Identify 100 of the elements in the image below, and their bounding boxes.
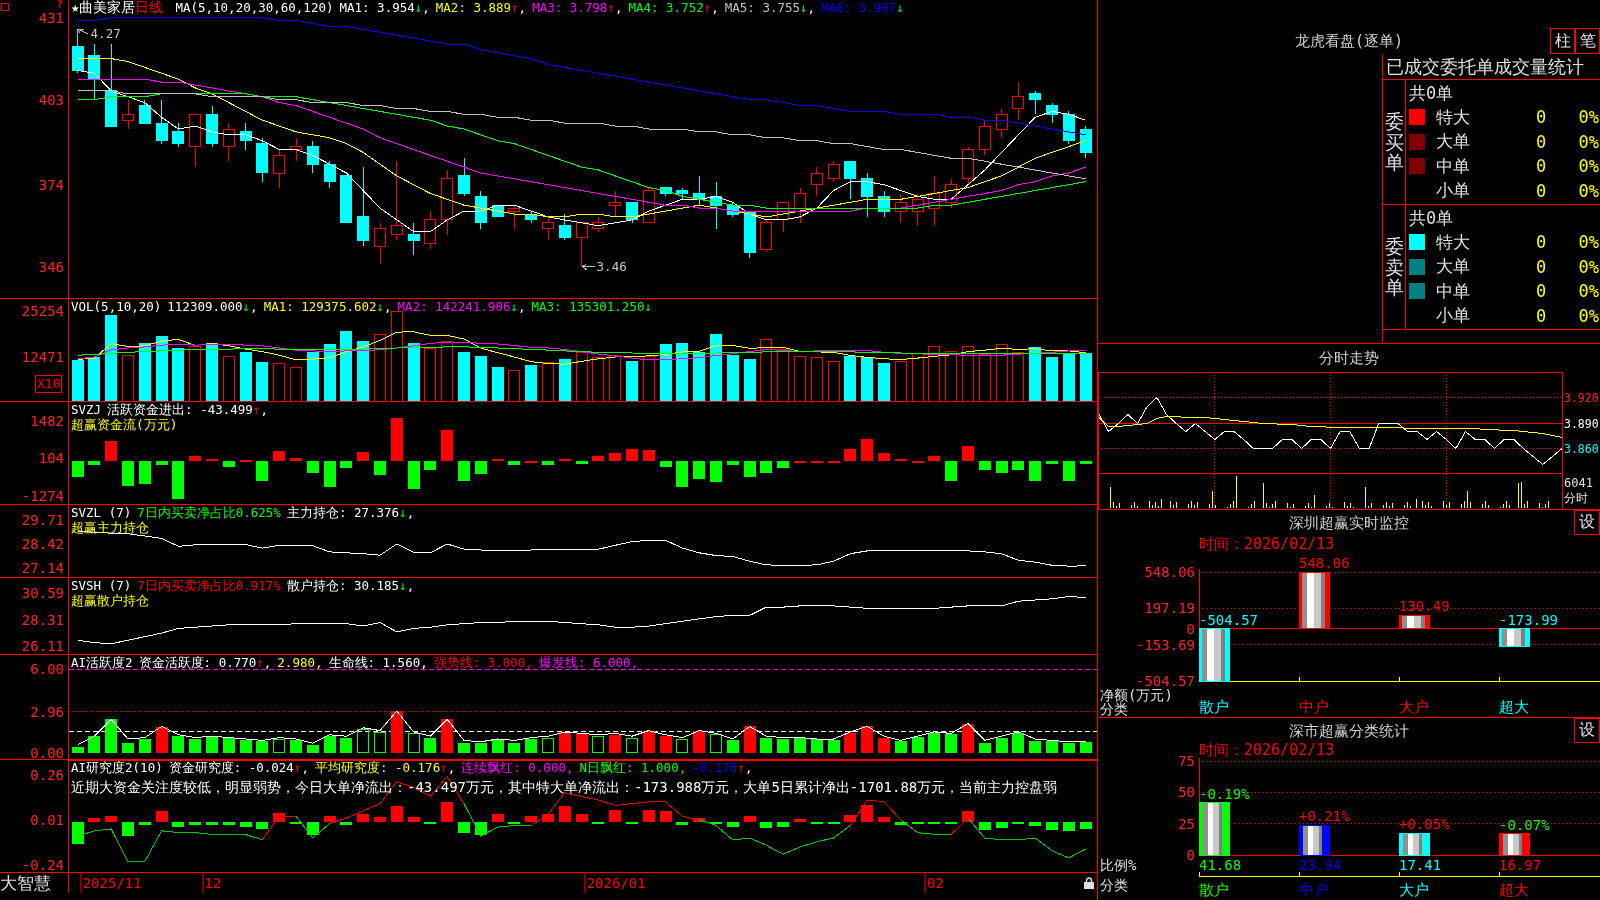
- axis-label: -504.57: [1135, 673, 1195, 689]
- value-label: 16.97: [1499, 857, 1542, 873]
- trend-arrow: ↓,: [376, 299, 392, 314]
- axis-label: 6.00: [30, 661, 64, 677]
- order-share: 0%: [1577, 156, 1600, 177]
- date-label: 2026/01: [584, 873, 646, 893]
- axis-label: 12471: [21, 349, 64, 366]
- axis-label: 197.19: [1143, 600, 1195, 617]
- order-type: 大单: [1436, 255, 1471, 279]
- trend-arrow: ↓,: [399, 505, 415, 520]
- trend-arrow: ↓: [644, 299, 652, 314]
- date-label: 时间：2026/02/13: [1199, 741, 1335, 759]
- category-label: 超大: [1499, 882, 1529, 898]
- order-type: 小单: [1436, 179, 1471, 203]
- indicator-readout: MA3: 3.798: [532, 0, 608, 15]
- axis-label: 0: [1185, 620, 1195, 637]
- value-label: -504.57: [1199, 611, 1258, 628]
- category-label: 大户: [1399, 882, 1429, 898]
- axis-label: 29.71: [21, 511, 64, 528]
- change-label: -0.07%: [1499, 816, 1550, 833]
- order-count: 0: [1536, 156, 1548, 177]
- date-label: 02: [924, 873, 944, 893]
- axis-label: 75: [1177, 753, 1195, 769]
- brand-name: 大智慧: [0, 873, 69, 893]
- category-label: 散户: [1199, 882, 1229, 898]
- value-label: -173.99: [1499, 611, 1558, 628]
- axis-label: 3.890: [1564, 416, 1599, 431]
- order-count: 0: [1536, 232, 1548, 253]
- period-label: 日线: [135, 0, 164, 15]
- order-share: 0%: [1577, 232, 1600, 253]
- date-label: 12: [202, 873, 222, 893]
- indicator-readout: N日飘红: 1.000,: [579, 760, 687, 775]
- order-count: 0: [1536, 305, 1548, 326]
- trend-arrow: ↑,: [607, 0, 623, 15]
- axis-label: 0: [1185, 847, 1195, 863]
- trend-arrow: ↑,: [737, 760, 753, 775]
- order-type: 小单: [1436, 304, 1471, 328]
- volume-max-label: 6041: [1564, 476, 1594, 491]
- indicator-readout: MA(5,10,20,30,60,120): [175, 0, 334, 15]
- axis-title: 分类: [1100, 878, 1128, 892]
- axis-title: 分类: [1100, 702, 1128, 716]
- indicator-readout: AI活跃度2: [71, 655, 133, 670]
- order-count: 0: [1536, 131, 1548, 152]
- price-annotation: 4.27: [90, 27, 121, 42]
- indicator-readout: 2.980,: [277, 655, 323, 670]
- indicator-readout: MA4: 3.752: [628, 0, 704, 15]
- indicator-readout: 平均研究度: -0.176: [314, 760, 441, 775]
- order-type: 中单: [1436, 279, 1471, 303]
- order-count: 0: [1536, 180, 1548, 201]
- axis-label: -1274: [21, 488, 64, 504]
- change-label: -0.19%: [1199, 785, 1250, 802]
- indicator-readout: 爆发线: 6.000,: [538, 655, 639, 670]
- order-share: 0%: [1577, 180, 1600, 201]
- axis-label: 28.42: [21, 536, 64, 552]
- axis-label: -153.69: [1135, 636, 1195, 653]
- indicator-readout: 活跃资金进出: -43.499: [107, 402, 253, 417]
- indicator-readout: MA1: 3.954: [339, 0, 415, 15]
- date-label: 2025/11: [80, 873, 142, 893]
- indicator-readout: MA3: 135301.250: [531, 299, 645, 314]
- axis-label: 2.96: [30, 703, 64, 720]
- table-title: 已成交委托单成交量统计: [1383, 54, 1600, 80]
- order-type: 特大: [1436, 105, 1471, 129]
- trend-arrow: ↑,: [703, 0, 719, 15]
- trend-arrow: ↓,: [399, 578, 415, 593]
- change-label: +0.05%: [1399, 816, 1450, 833]
- order-type: 大单: [1436, 130, 1471, 154]
- order-type: 中单: [1436, 154, 1471, 178]
- value-label: 41.68: [1199, 857, 1242, 873]
- indicator-title: 超赢资金流(万元): [71, 417, 179, 432]
- volume-unit-label: 分时: [1564, 491, 1589, 506]
- axis-label: 346: [38, 258, 64, 275]
- indicator-readout: MA1: 129375.602: [263, 299, 377, 314]
- stock-name: 曲美家居: [79, 0, 136, 15]
- panel-title: 深圳超赢实时监控: [1289, 513, 1409, 532]
- indicator-readout: 生命线: 1.560,: [328, 655, 428, 670]
- axis-label: 403: [38, 91, 64, 108]
- order-total: 共0单: [1409, 82, 1455, 105]
- order-share: 0%: [1577, 305, 1600, 326]
- axis-label: 28.31: [21, 612, 64, 628]
- axis-label: 25: [1177, 815, 1195, 832]
- price-annotation: 3.46: [596, 259, 627, 274]
- trend-arrow: ↑,: [252, 402, 268, 417]
- panel-title: 分时走势: [1319, 349, 1379, 367]
- category-label: 中户: [1299, 699, 1329, 715]
- indicator-readout: 112309.000: [167, 299, 243, 314]
- axis-label: 50: [1177, 784, 1195, 801]
- indicator-readout: SVZJ: [71, 402, 102, 417]
- value-label: 548.06: [1299, 555, 1350, 571]
- axis-label: 104: [38, 450, 64, 467]
- indicator-title: 超赢主力持仓: [71, 520, 150, 535]
- indicator-readout: 7日内买卖净占比0.917%: [137, 578, 281, 593]
- trend-arrow: ↑,: [511, 0, 527, 15]
- category-label: 超大: [1499, 699, 1529, 715]
- value-label: 23.94: [1299, 857, 1342, 873]
- axis-label: 3.920: [1564, 390, 1599, 405]
- side-label: 委卖单: [1384, 235, 1404, 299]
- order-share: 0%: [1577, 281, 1600, 302]
- side-label: 委买单: [1384, 110, 1404, 174]
- change-label: +0.21%: [1299, 808, 1350, 824]
- trend-arrow: ↓,: [242, 299, 258, 314]
